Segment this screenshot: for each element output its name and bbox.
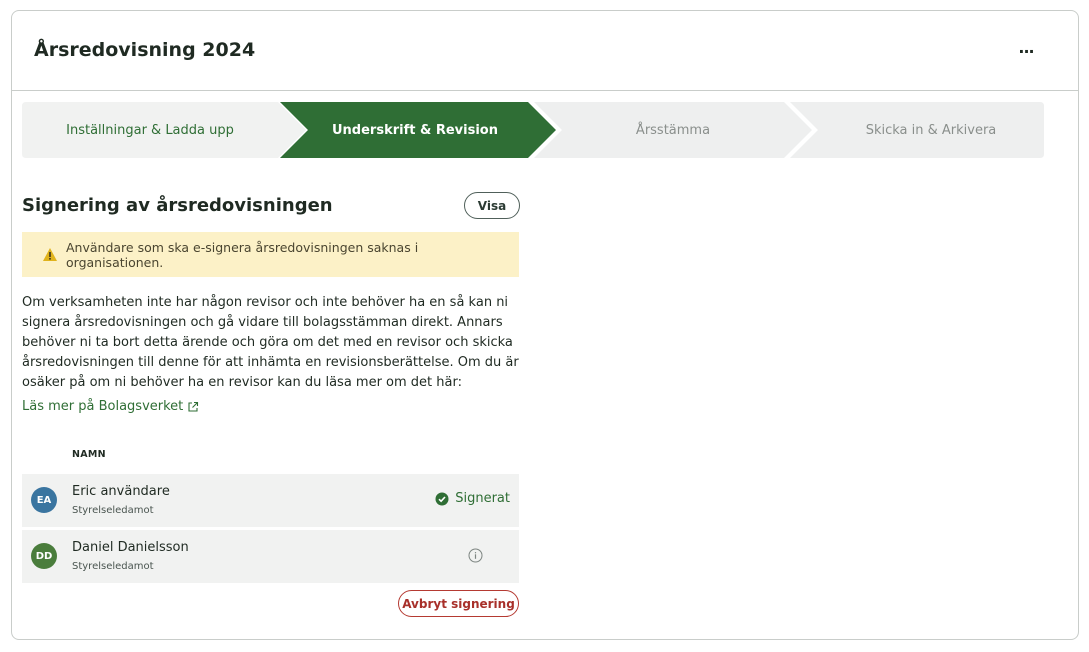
external-link-icon <box>188 401 199 412</box>
ellipsis-icon: ··· <box>1018 41 1034 61</box>
status-text: Signerat <box>455 491 510 506</box>
process-stepper: Inställningar & Ladda upp Underskrift & … <box>22 102 1044 158</box>
check-circle-icon <box>435 492 449 505</box>
section-title: Signering av årsredovisningen <box>22 195 333 216</box>
table-row: DD Daniel Danielsson Styrelseledamot <box>22 530 519 583</box>
step-submit-archive[interactable]: Skicka in & Arkivera <box>800 102 1062 158</box>
table-row: EA Eric användare Styrelseledamot Signer… <box>22 474 519 527</box>
page-title: Årsredovisning 2024 <box>34 39 256 61</box>
avatar: EA <box>31 487 57 513</box>
warning-banner: Användare som ska e-signera årsredovisni… <box>22 232 519 277</box>
warning-triangle-icon <box>43 248 57 261</box>
description-text: Om verksamheten inte har någon revisor o… <box>22 295 519 390</box>
link-text: Läs mer på Bolagsverket <box>22 399 184 414</box>
abort-signing-button[interactable]: Avbryt signering <box>398 590 519 617</box>
step-annual-meeting[interactable]: Årsstämma <box>542 102 804 158</box>
avatar: DD <box>31 543 57 569</box>
status-badge: Signerat <box>435 491 510 506</box>
show-button[interactable]: Visa <box>464 192 520 219</box>
info-circle-icon[interactable] <box>468 548 483 563</box>
warning-text: Användare som ska e-signera årsredovisni… <box>66 239 419 270</box>
step-signing-audit[interactable]: Underskrift & Revision <box>284 102 546 158</box>
signer-role: Styrelseledamot <box>72 505 154 516</box>
signer-name: Daniel Danielsson <box>72 540 189 555</box>
signer-role: Styrelseledamot <box>72 561 154 572</box>
bolagsverket-link[interactable]: Läs mer på Bolagsverket <box>22 399 199 414</box>
card-header: Årsredovisning 2024 ··· <box>12 11 1078 91</box>
signer-name: Eric användare <box>72 484 170 499</box>
column-header-name: NAMN <box>72 449 106 460</box>
more-options-button[interactable]: ··· <box>1014 39 1038 63</box>
step-settings-upload[interactable]: Inställningar & Ladda upp <box>22 102 278 158</box>
